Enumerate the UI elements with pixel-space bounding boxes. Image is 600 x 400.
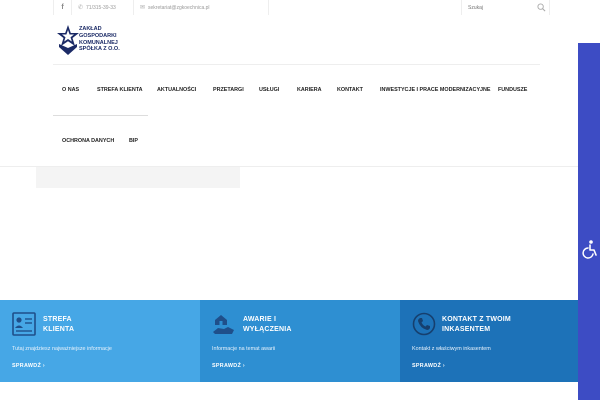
card-check-link[interactable]: SPRAWDŹ › (12, 363, 45, 369)
content-placeholder (36, 167, 240, 188)
phone-number: 71/315-39-33 (86, 4, 116, 11)
card-title-line: WYŁĄCZENIA (243, 326, 292, 333)
card-description: Tutaj znajdziesz najważniejsze informacj… (12, 346, 112, 352)
search-box (461, 0, 551, 15)
nav-item-przetargi[interactable]: PRZETARGI (213, 87, 244, 93)
nav-item-uslugi[interactable]: USŁUGI (259, 87, 279, 93)
nav-item-inwestycje[interactable]: INWESTYCJE I PRACE MODERNIZACYJNE (380, 87, 491, 93)
phone-icon: ✆ (78, 5, 84, 11)
collector-contact-card[interactable]: KONTAKT Z TWOIM INKASENTEM Kontakt z wła… (400, 300, 578, 382)
logo-line: ZAKŁAD (79, 26, 102, 32)
client-zone-card[interactable]: STREFA KLIENTA Tutaj znajdziesz najważni… (0, 300, 200, 382)
outages-card[interactable]: AWARIE I WYŁĄCZENIA Informacje na temat … (200, 300, 400, 382)
hand-house-icon (213, 315, 234, 334)
card-title-line: AWARIE I (243, 316, 277, 323)
nav-item-strefa-klienta[interactable]: STREFA KLIENTA (97, 87, 143, 93)
card-check-link[interactable]: SPRAWDŹ › (212, 363, 245, 369)
card-title: KONTAKT Z TWOIM INKASENTEM (442, 315, 511, 335)
card-title-line: INKASENTEM (442, 326, 491, 333)
email-address: sekretariat@zgkoechnica.pl (148, 4, 210, 11)
card-description: Informacje na temat awarii (212, 346, 276, 352)
card-title: AWARIE I WYŁĄCZENIA (243, 315, 292, 335)
card-description: Kontakt z właściwym inkasentem (412, 346, 491, 352)
card-title-line: KONTAKT Z TWOIM (442, 316, 511, 323)
phone-contact[interactable]: ✆ 71/315-39-33 (72, 0, 134, 15)
email-contact[interactable]: ✉ sekretariat@zgkoechnica.pl (134, 0, 269, 15)
nav-row-divider (53, 115, 148, 116)
logo-star-icon (57, 25, 79, 55)
facebook-icon[interactable]: f (54, 0, 72, 15)
card-title-line: KLIENTA (43, 326, 75, 333)
nav-item-bip[interactable]: BIP (129, 138, 138, 144)
accessibility-panel[interactable] (578, 43, 600, 400)
footer-spacer (0, 382, 578, 400)
nav-item-ochrona-danych[interactable]: OCHRONA DANYCH (62, 138, 114, 144)
company-logo[interactable]: ZAKŁAD GOSPODARKI KOMUNALNEJ SPÓŁKA z o.… (56, 24, 140, 57)
top-bar: f ✆ 71/315-39-33 ✉ sekretariat@zgkoechni… (0, 0, 600, 15)
nav-item-kariera[interactable]: KARIERA (297, 87, 322, 93)
nav-item-o-nas[interactable]: O NAS (62, 87, 79, 93)
header-divider (53, 64, 540, 65)
nav-item-kontakt[interactable]: KONTAKT (337, 87, 363, 93)
nav-item-fundusze[interactable]: FUNDUSZE (498, 87, 527, 93)
logo-text: ZAKŁAD GOSPODARKI KOMUNALNEJ SPÓŁKA z o.… (79, 26, 141, 53)
logo-line: SPÓŁKA z o.o. (79, 46, 120, 53)
mail-icon: ✉ (140, 5, 146, 11)
phone-icon (412, 312, 436, 336)
search-input[interactable] (462, 4, 532, 11)
client-card-icon (12, 312, 36, 336)
top-bar-inner: f ✆ 71/315-39-33 ✉ sekretariat@zgkoechni… (53, 0, 550, 15)
nav-item-aktualnosci[interactable]: AKTUALNOŚCI (157, 87, 196, 93)
search-icon[interactable] (537, 3, 546, 12)
card-check-link[interactable]: SPRAWDŹ › (412, 363, 445, 369)
logo-line: GOSPODARKI (79, 32, 117, 39)
card-title-line: STREFA (43, 316, 72, 323)
accessibility-icon[interactable] (580, 239, 600, 259)
card-title: STREFA KLIENTA (43, 315, 74, 335)
